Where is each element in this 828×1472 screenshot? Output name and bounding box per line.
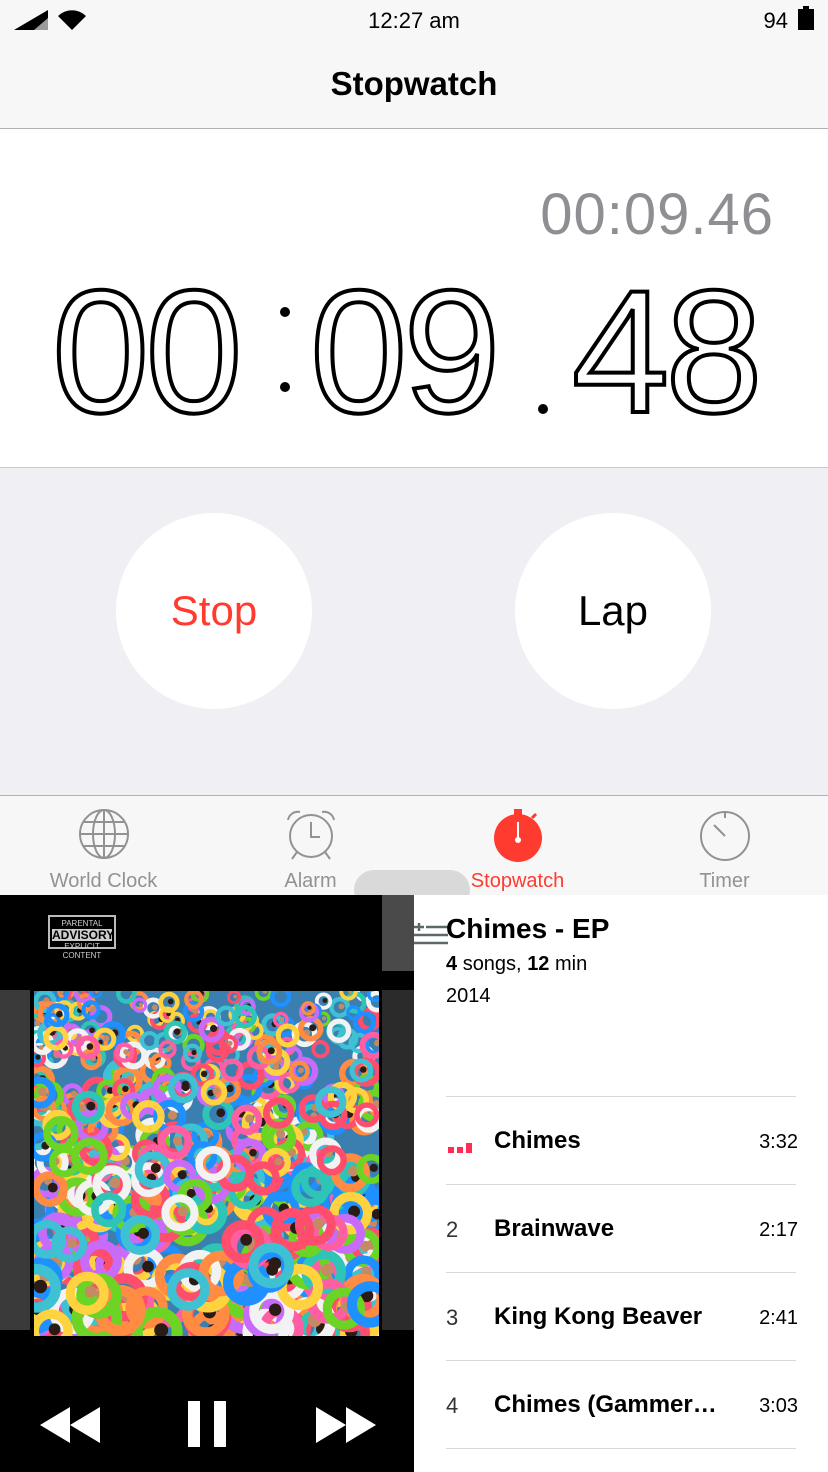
globe-icon: [78, 809, 129, 859]
rewind-icon[interactable]: [40, 1407, 100, 1443]
pause-icon[interactable]: [188, 1401, 226, 1447]
track-list: Chimes 3:32 2 Brainwave 2:17 3 King Kong…: [446, 1096, 798, 1449]
track-number: 4: [446, 1393, 459, 1418]
main-time-minutes: 00: [52, 255, 239, 434]
album-track-panel: Chimes - EP 4 songs, 12 min 2014 Chimes …: [414, 895, 828, 1472]
main-time: 00 09 48: [50, 253, 765, 434]
time-display: 00:09.46 00 09 48: [0, 129, 828, 468]
track-row[interactable]: 3 King Kong Beaver 2:41: [446, 1272, 798, 1360]
nav-bar: Stopwatch: [0, 40, 828, 129]
status-bar: 12:27 am 94: [0, 0, 828, 40]
list-divider: [446, 1448, 796, 1449]
track-number: 3: [446, 1305, 459, 1330]
timer-icon: [699, 811, 750, 861]
colon-dot-top: [280, 307, 290, 317]
colon-dot-bottom: [280, 382, 290, 392]
stop-button[interactable]: Stop: [116, 513, 312, 709]
stopwatch-icon: [493, 809, 542, 862]
playback-controls: [0, 1395, 414, 1455]
track-row[interactable]: 2 Brainwave 2:17: [446, 1184, 798, 1272]
adjacent-album-art: [382, 895, 414, 971]
track-number: 2: [446, 1217, 459, 1242]
battery-icon: [798, 6, 814, 30]
album-year: 2014: [446, 985, 491, 1007]
album-artwork[interactable]: [34, 991, 379, 1336]
now-playing-bars-icon: [448, 1143, 472, 1153]
tab-world-clock[interactable]: World Clock: [0, 796, 207, 895]
track-name: King Kong Beaver: [494, 1303, 703, 1330]
tab-label-world-clock: World Clock: [49, 870, 158, 892]
page-title: Stopwatch: [330, 65, 498, 102]
status-time: 12:27 am: [368, 8, 460, 33]
track-name: Brainwave: [494, 1215, 615, 1242]
up-next-list-icon[interactable]: [414, 923, 448, 947]
parental-advisory-label: PARENTAL ADVISORY EXPLICIT CONTENT: [48, 915, 116, 960]
track-row[interactable]: 4 Chimes (Gammer… 3:03: [446, 1360, 798, 1448]
tab-label-timer: Timer: [699, 870, 750, 892]
main-time-seconds: 09: [310, 255, 497, 434]
alarm-clock-icon: [286, 810, 335, 860]
track-row[interactable]: Chimes 3:32: [446, 1096, 798, 1184]
track-duration: 3:32: [759, 1131, 798, 1153]
track-name: Chimes: [494, 1127, 581, 1154]
adjacent-album-art-left[interactable]: [0, 990, 30, 1330]
tab-timer[interactable]: Timer: [621, 796, 828, 895]
track-duration: 2:17: [759, 1219, 798, 1241]
controls-area: Stop Lap: [0, 468, 828, 796]
album-title: Chimes - EP: [446, 913, 610, 944]
main-time-hundredths: 48: [572, 255, 759, 434]
adjacent-album-art-right[interactable]: [382, 990, 414, 1330]
now-playing-panel: PARENTAL ADVISORY EXPLICIT CONTENT: [0, 895, 414, 1472]
album-meta: 4 songs, 12 min: [446, 953, 588, 975]
track-duration: 3:03: [759, 1395, 798, 1417]
track-duration: 2:41: [759, 1307, 798, 1329]
decimal-dot: [538, 404, 548, 414]
lap-button[interactable]: Lap: [515, 513, 711, 709]
battery-percent: 94: [763, 8, 788, 33]
track-name: Chimes (Gammer…: [494, 1391, 717, 1418]
fast-forward-icon[interactable]: [316, 1407, 376, 1443]
